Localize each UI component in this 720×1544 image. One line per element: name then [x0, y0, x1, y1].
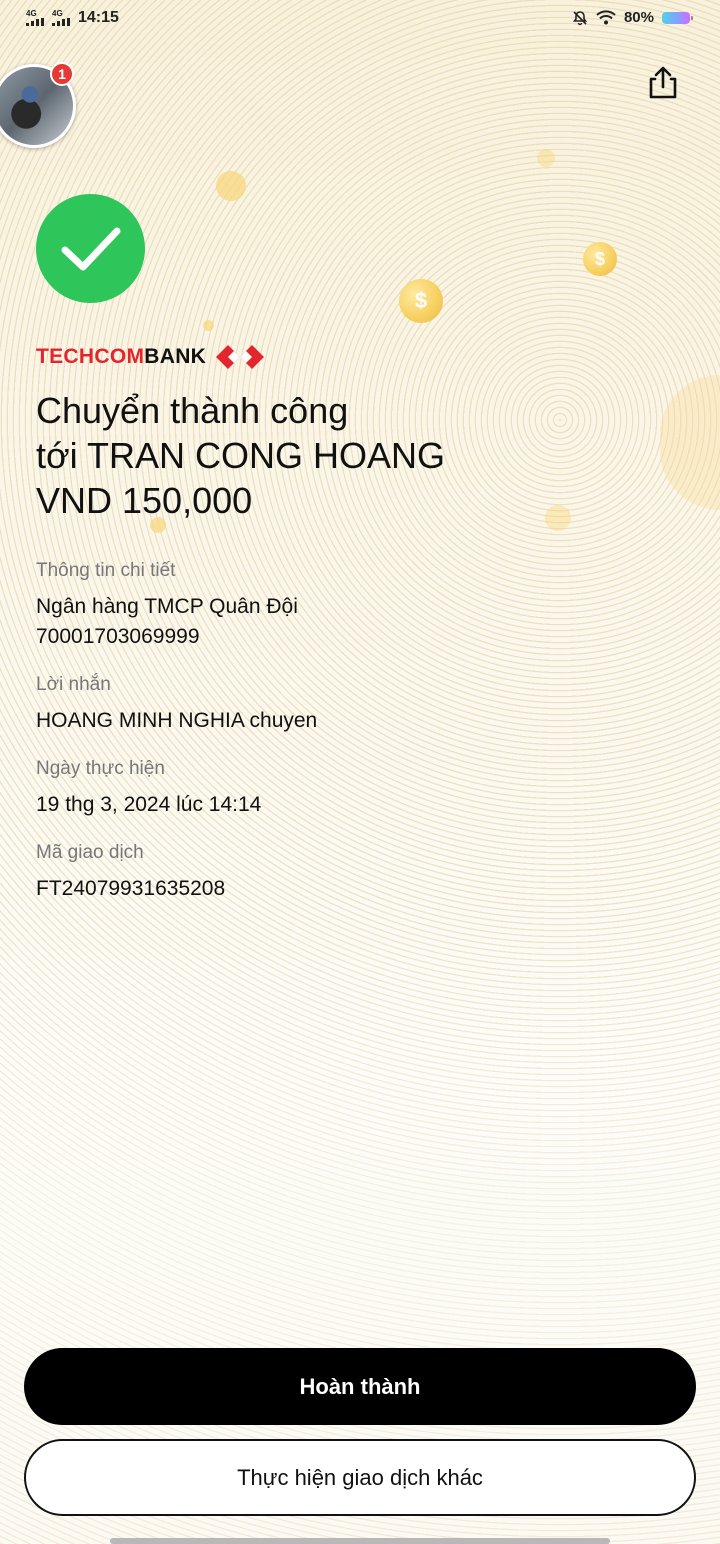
transfer-result-headline: Chuyển thành công tới TRAN CONG HOANG VN…	[36, 388, 676, 523]
signal-icon: 4G	[26, 10, 46, 26]
notification-badge: 1	[50, 62, 74, 86]
recipient-bank-name: Ngân hàng TMCP Quân Đội	[36, 595, 298, 618]
coin-dot	[216, 171, 246, 201]
reference-label: Mã giao dịch	[36, 842, 144, 863]
result-status-text: Chuyển thành công	[36, 390, 349, 431]
mute-bell-icon	[572, 10, 588, 25]
coin-dot	[203, 320, 214, 331]
wifi-icon	[596, 10, 616, 25]
brand-diamond-icon	[216, 345, 265, 369]
coin-dot	[537, 149, 555, 167]
detail-group-reference: Mã giao dịch FT24079931635208	[36, 842, 676, 904]
status-time: 14:15	[78, 9, 119, 26]
new-transaction-button[interactable]: Thực hiện giao dịch khác	[24, 1439, 696, 1516]
share-button[interactable]	[644, 64, 682, 102]
status-right: 80%	[572, 9, 693, 26]
network-type-1: 4G	[26, 9, 37, 18]
battery-percent: 80%	[623, 9, 654, 26]
status-bar: 4G 4G 14:15 80%	[0, 0, 720, 38]
home-indicator[interactable]	[110, 1538, 610, 1544]
result-recipient-text: tới TRAN CONG HOANG	[36, 435, 445, 476]
transaction-details: Thông tin chi tiết Ngân hàng TMCP Quân Đ…	[36, 560, 676, 926]
detail-group-message: Lời nhắn HOANG MINH NGHIA chuyen	[36, 674, 676, 736]
detail-group-recipient: Thông tin chi tiết Ngân hàng TMCP Quân Đ…	[36, 560, 676, 652]
signal-icon-2: 4G	[52, 10, 72, 26]
detail-group-date: Ngày thực hiện 19 thg 3, 2024 lúc 14:14	[36, 758, 676, 820]
message-label: Lời nhắn	[36, 674, 111, 695]
detail-section-label: Thông tin chi tiết	[36, 560, 176, 581]
date-label: Ngày thực hiện	[36, 758, 165, 779]
recipient-account-number: 70001703069999	[36, 625, 200, 648]
dollar-coin-icon: $	[583, 242, 617, 276]
date-value: 19 thg 3, 2024 lúc 14:14	[36, 793, 262, 816]
dollar-coin-icon: $	[399, 279, 443, 323]
network-type-2: 4G	[52, 9, 63, 18]
battery-icon	[662, 11, 693, 24]
result-amount-text: VND 150,000	[36, 480, 253, 521]
status-left: 4G 4G 14:15	[26, 9, 119, 27]
done-button[interactable]: Hoàn thành	[24, 1348, 696, 1425]
techcombank-logo: TECHCOMBANK	[36, 340, 265, 374]
message-value: HOANG MINH NGHIA chuyen	[36, 709, 318, 732]
share-icon	[649, 66, 677, 99]
reference-value: FT24079931635208	[36, 877, 226, 900]
success-check-icon	[36, 194, 145, 303]
brand-wordmark: TECHCOMBANK	[36, 345, 207, 368]
